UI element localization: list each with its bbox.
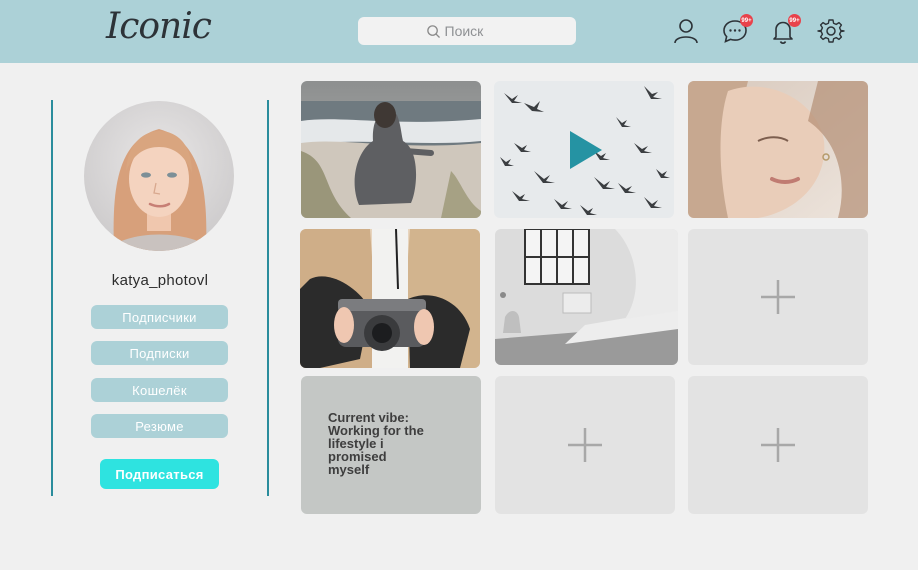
app-logo[interactable]: Iconic [106, 6, 212, 47]
search-icon [426, 24, 440, 38]
text-post-content: Current vibe: Working for the lifestyle … [328, 410, 424, 477]
profile-button[interactable] [672, 17, 700, 45]
avatar[interactable] [84, 101, 234, 251]
settings-button[interactable] [817, 17, 845, 45]
user-icon [674, 19, 698, 44]
notifications-button[interactable]: 99+ [769, 14, 801, 45]
sidebar-divider-left [51, 100, 53, 496]
post-birds-video[interactable] [494, 81, 674, 218]
plus-icon [761, 428, 795, 462]
post-portrait-photo[interactable] [688, 81, 868, 218]
post-beach-photo[interactable] [301, 81, 481, 218]
post-text-tile[interactable]: Current vibe: Working for the lifestyle … [301, 376, 481, 514]
messages-button[interactable]: 99+ [721, 14, 753, 45]
followers-button[interactable]: Подписчики [91, 305, 228, 329]
add-post-tile[interactable] [495, 376, 675, 514]
messages-badge: 99+ [740, 14, 753, 27]
subscribe-button[interactable]: Подписаться [100, 459, 219, 489]
add-post-tile[interactable] [688, 229, 868, 365]
post-camera-photo[interactable] [300, 229, 480, 368]
gear-icon [817, 19, 845, 43]
post-studio-photo[interactable] [495, 229, 678, 365]
search-bar[interactable] [358, 17, 576, 45]
plus-icon [761, 280, 795, 314]
search-input[interactable] [440, 23, 509, 39]
resume-button[interactable]: Резюме [91, 414, 228, 438]
plus-icon [568, 428, 602, 462]
wallet-button[interactable]: Кошелёк [91, 378, 228, 402]
sidebar-divider-right [267, 100, 269, 496]
notifications-badge: 99+ [788, 14, 801, 27]
following-button[interactable]: Подписки [91, 341, 228, 365]
add-post-tile[interactable] [688, 376, 868, 514]
username: katya_photovl [111, 272, 209, 289]
